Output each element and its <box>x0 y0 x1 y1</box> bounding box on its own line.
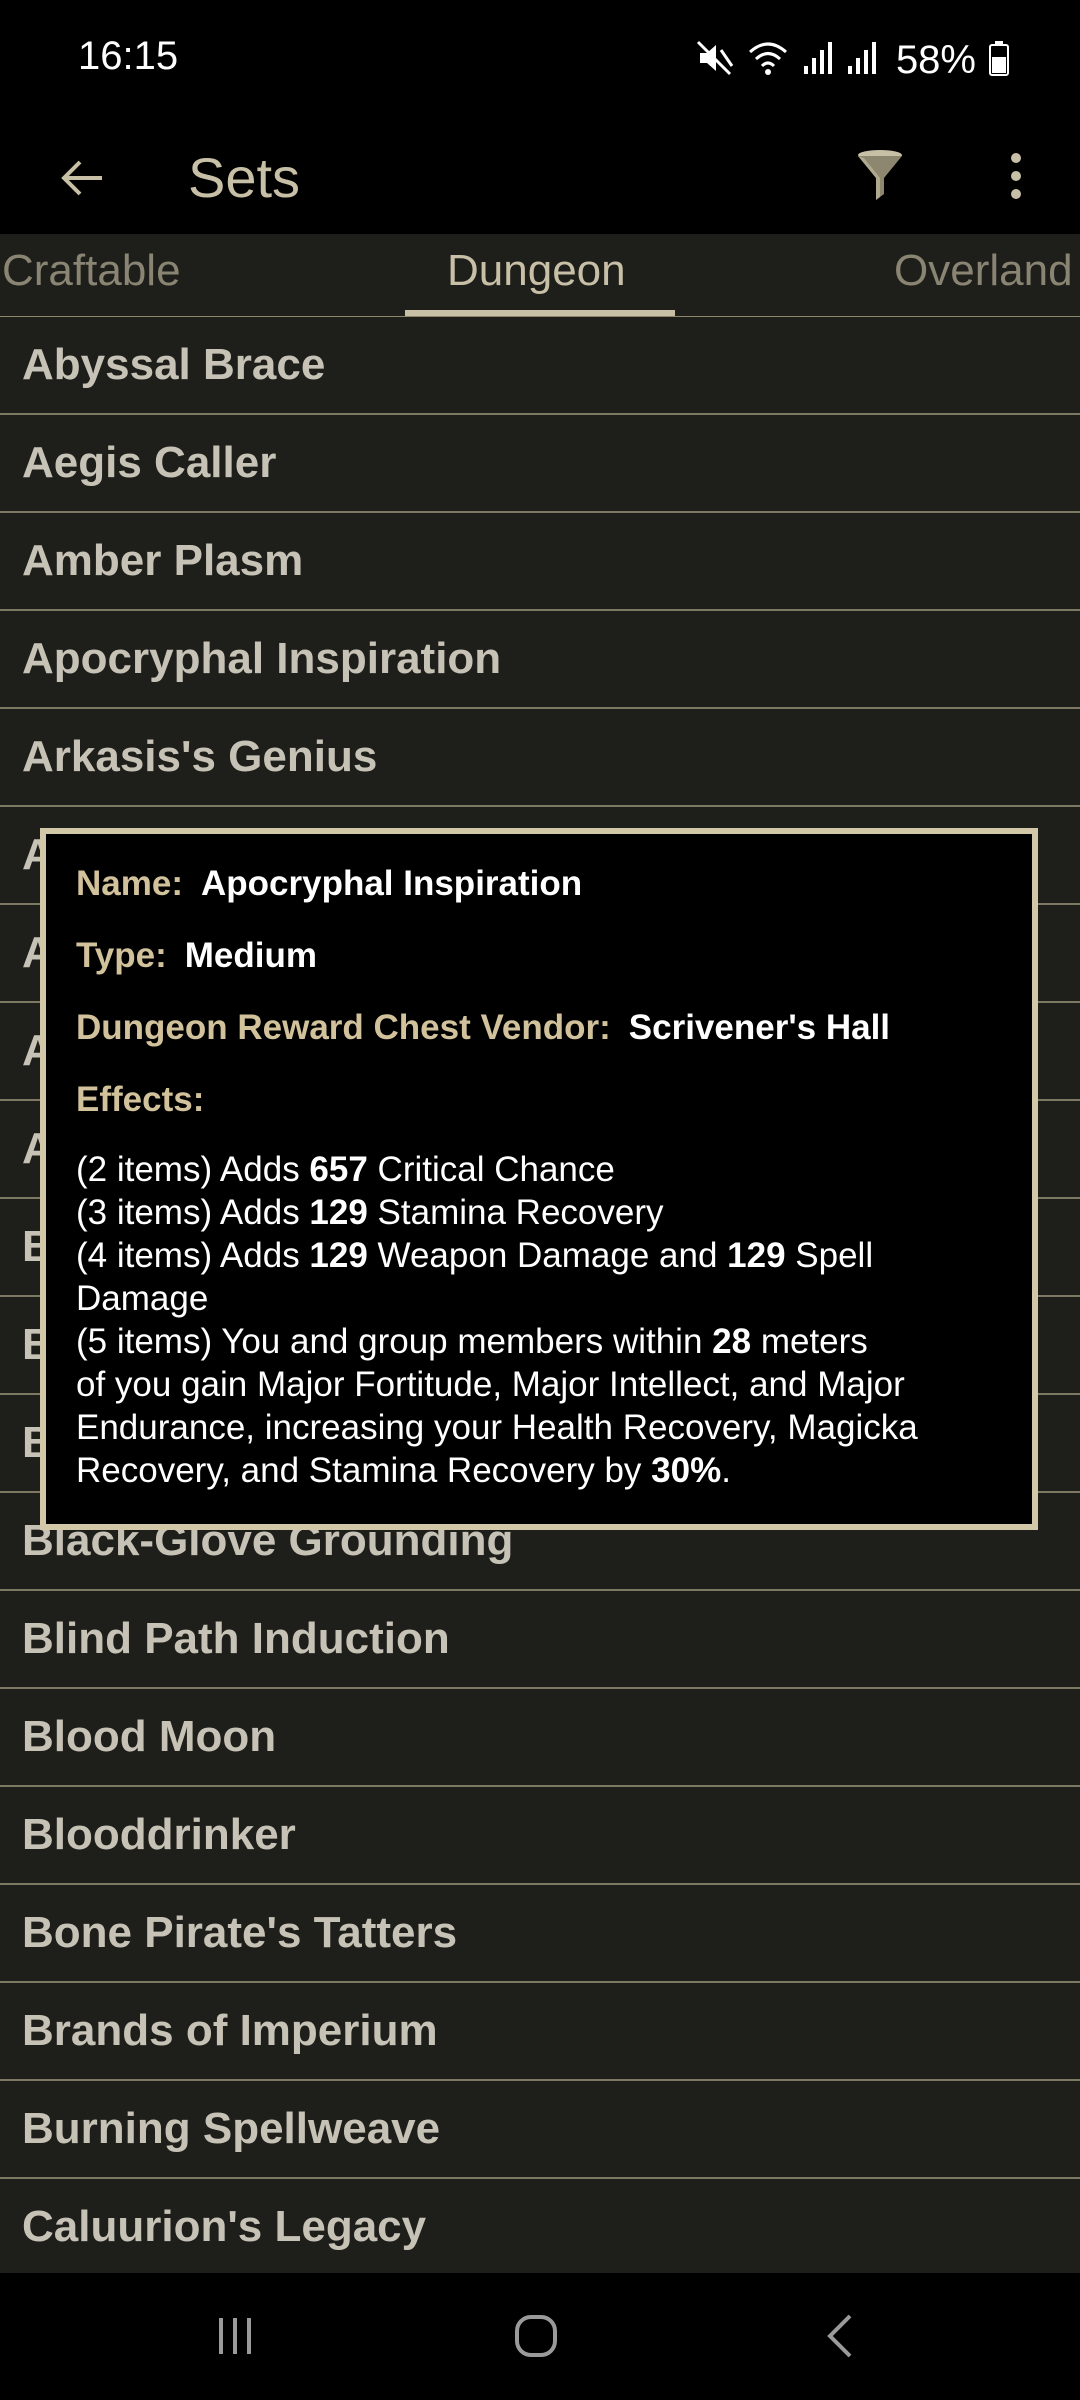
back-button[interactable] <box>42 138 122 218</box>
effect-text: (5 items) You and group members within <box>76 1322 713 1361</box>
more-options-button[interactable] <box>976 134 1056 218</box>
set-detail-popup[interactable]: Name: Apocryphal Inspiration Type: Medium … <box>40 828 1038 1530</box>
type-label: Type: <box>76 936 167 975</box>
list-item[interactable]: Aegis Caller <box>0 415 1080 513</box>
list-item[interactable]: Brands of Imperium <box>0 1983 1080 2081</box>
effect-4-items: (4 items) Adds 129 Weapon Damage and 129… <box>76 1234 1032 1277</box>
effect-4-items-cont: Damage <box>76 1279 209 1318</box>
nav-back-button[interactable] <box>790 2293 890 2379</box>
list-item[interactable]: Arkasis's Genius <box>0 709 1080 807</box>
active-tab-indicator <box>405 310 675 316</box>
effect-5-items: (5 items) You and group members within 2… <box>76 1320 1032 1363</box>
effect-text: Weapon Damage and <box>367 1236 728 1275</box>
more-vert-icon <box>1011 153 1021 199</box>
effect-5-items-cont: Endurance, increasing your Health Recove… <box>76 1408 918 1447</box>
effects-label: Effects: <box>76 1080 205 1119</box>
battery-icon <box>988 40 1010 81</box>
effect-value: 129 <box>309 1236 368 1275</box>
effect-text: Critical Chance <box>367 1150 615 1189</box>
recents-button[interactable] <box>185 2293 285 2379</box>
signal-icon <box>802 38 834 83</box>
back-icon <box>827 2314 852 2358</box>
effect-5-items-cont: of you gain Major Fortitude, Major Intel… <box>76 1365 905 1404</box>
name-row: Name: Apocryphal Inspiration <box>76 862 1032 906</box>
effects-text: (2 items) Adds 657 Critical Chance (3 it… <box>76 1148 1032 1492</box>
wifi-icon <box>746 38 790 83</box>
effect-text: Spell <box>785 1236 874 1275</box>
effect-text: Recovery, and Stamina Recovery by <box>76 1451 652 1490</box>
vendor-value: Scrivener's Hall <box>628 1008 891 1047</box>
effect-5-items-cont: Recovery, and Stamina Recovery by 30%. <box>76 1449 1032 1492</box>
battery-percentage: 58% <box>895 37 976 82</box>
effect-2-items: (2 items) Adds 657 Critical Chance <box>76 1148 1032 1191</box>
effect-value: 28 <box>712 1322 752 1361</box>
mute-icon <box>694 38 734 83</box>
type-row: Type: Medium <box>76 934 1032 978</box>
list-item[interactable]: Bone Pirate's Tatters <box>0 1885 1080 1983</box>
system-nav-bar <box>0 2273 1080 2400</box>
effect-value: 30% <box>651 1451 722 1490</box>
list-item[interactable]: Amber Plasm <box>0 513 1080 611</box>
effect-text: meters <box>751 1322 868 1361</box>
effect-3-items: (3 items) Adds 129 Stamina Recovery <box>76 1191 1032 1234</box>
tab-craftable[interactable]: Craftable <box>2 246 181 296</box>
list-item[interactable]: Blooddrinker <box>0 1787 1080 1885</box>
tab-overland[interactable]: Overland <box>894 246 1073 296</box>
app-bar: Sets <box>0 122 1080 234</box>
effect-value: 129 <box>727 1236 786 1275</box>
effect-text: (3 items) Adds <box>76 1193 310 1232</box>
list-item[interactable]: Caluurion's Legacy <box>0 2179 1080 2273</box>
effect-text: . <box>721 1451 731 1490</box>
arrow-left-icon <box>61 160 102 196</box>
effect-value: 657 <box>309 1150 368 1189</box>
list-item[interactable]: Blood Moon <box>0 1689 1080 1787</box>
effect-text: (2 items) Adds <box>76 1150 310 1189</box>
tab-bar: Craftable Dungeon Overland <box>0 234 1080 318</box>
filter-icon <box>858 150 902 200</box>
list-item[interactable]: Abyssal Brace <box>0 317 1080 415</box>
type-value: Medium <box>184 936 317 975</box>
home-button[interactable] <box>486 2293 586 2379</box>
vendor-row: Dungeon Reward Chest Vendor: Scrivener's … <box>76 1006 1032 1050</box>
page-title: Sets <box>188 146 301 209</box>
home-icon <box>515 2315 557 2357</box>
list-item[interactable]: Blind Path Induction <box>0 1591 1080 1689</box>
status-icons: 58% <box>694 30 1010 90</box>
tab-dungeon[interactable]: Dungeon <box>447 246 626 296</box>
effect-text: (4 items) Adds <box>76 1236 310 1275</box>
status-time: 16:15 <box>78 34 179 78</box>
status-bar: 16:15 58% <box>0 0 1080 122</box>
effect-value: 129 <box>309 1193 368 1232</box>
list-item[interactable]: Burning Spellweave <box>0 2081 1080 2179</box>
recents-icon <box>219 2318 251 2354</box>
vendor-label: Dungeon Reward Chest Vendor: <box>76 1008 611 1047</box>
list-item[interactable]: Apocryphal Inspiration <box>0 611 1080 709</box>
filter-button[interactable] <box>840 134 920 218</box>
signal-icon <box>846 38 878 83</box>
name-value: Apocryphal Inspiration <box>200 864 583 903</box>
effect-text: Stamina Recovery <box>367 1193 664 1232</box>
name-label: Name: <box>76 864 183 903</box>
